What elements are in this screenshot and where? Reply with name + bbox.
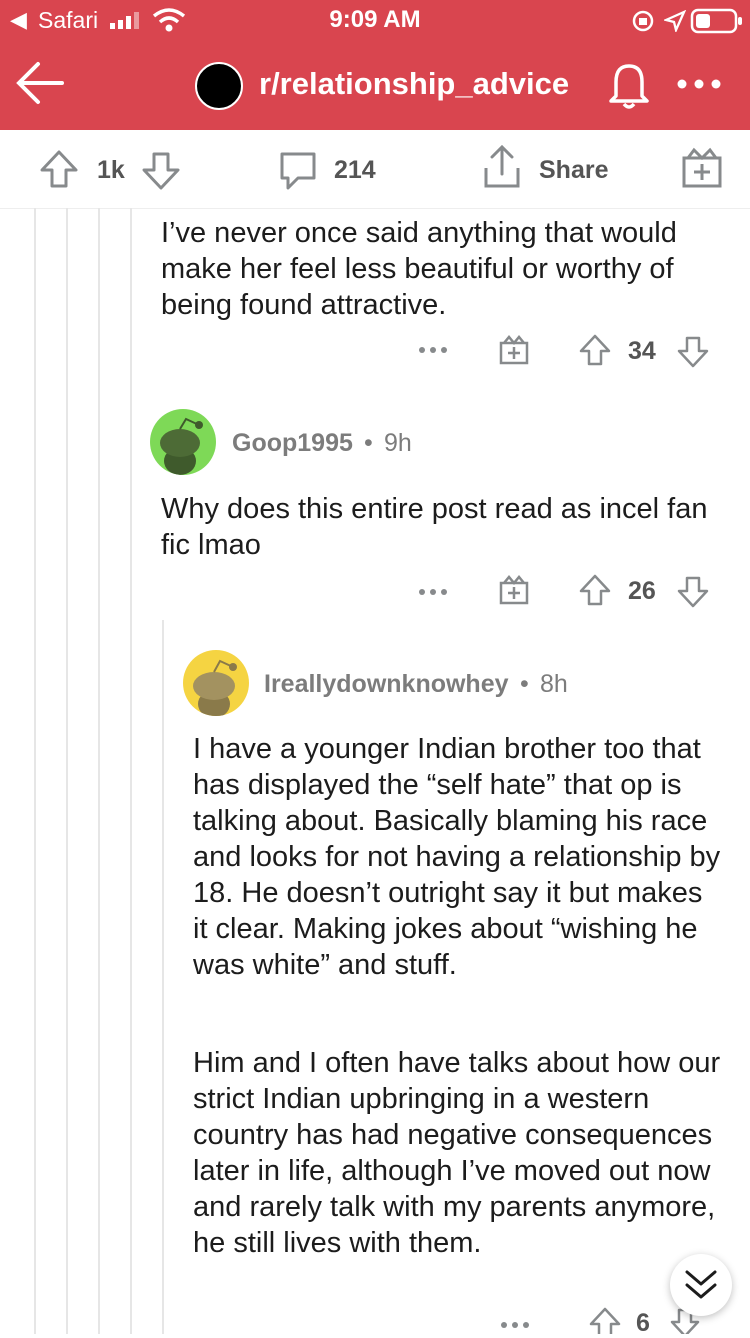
meta-separator: • <box>520 670 529 698</box>
award-icon[interactable] <box>498 574 530 606</box>
downvote-icon[interactable] <box>676 335 710 369</box>
share-button[interactable]: Share <box>539 156 608 185</box>
orientation-lock-icon <box>632 10 654 32</box>
bell-icon[interactable] <box>604 60 654 112</box>
thread-line[interactable] <box>66 208 68 1334</box>
thread-line[interactable] <box>34 208 36 1334</box>
comment-author[interactable]: Ireallydownknowhey <box>264 670 509 699</box>
collapse-icon <box>685 1270 717 1299</box>
post-comment-count: 214 <box>334 156 376 184</box>
share-icon[interactable] <box>480 144 524 190</box>
comment-icon[interactable] <box>276 148 320 192</box>
comment-body: I’ve never once said anything that would… <box>161 217 677 321</box>
subreddit-avatar[interactable] <box>195 62 243 110</box>
thread-line[interactable] <box>98 208 100 1334</box>
post-vote-count: 1k <box>97 156 125 184</box>
thread-line[interactable] <box>162 620 164 1334</box>
collapse-thread-button[interactable] <box>670 1254 732 1316</box>
comment-paragraph: Him and I often have talks about how our… <box>193 1047 721 1259</box>
upvote-icon[interactable] <box>588 1306 622 1334</box>
meta-separator: • <box>364 429 373 457</box>
snoo-avatar-icon <box>160 417 203 475</box>
more-icon[interactable] <box>418 345 448 355</box>
comment-paragraph: I have a younger Indian brother too that… <box>193 733 721 981</box>
comment-age: 8h <box>540 670 568 698</box>
post-action-bar: 1k 214 Share <box>0 130 750 209</box>
battery-icon <box>690 8 742 34</box>
downvote-icon[interactable] <box>676 575 710 609</box>
avatar[interactable] <box>183 650 249 716</box>
downvote-icon[interactable] <box>140 150 182 192</box>
back-arrow-icon[interactable] <box>14 58 66 108</box>
app-header: r/relationship_advice <box>0 40 750 130</box>
upvote-icon[interactable] <box>578 333 612 367</box>
more-icon[interactable] <box>500 1320 530 1330</box>
location-icon <box>664 10 686 32</box>
award-icon[interactable] <box>498 334 530 366</box>
avatar[interactable] <box>150 409 216 475</box>
upvote-icon[interactable] <box>38 148 80 190</box>
comment-age: 9h <box>384 429 412 457</box>
award-icon[interactable] <box>680 146 724 190</box>
more-icon[interactable] <box>418 587 448 597</box>
comment-author[interactable]: Goop1995 <box>232 429 353 458</box>
comment-body: Why does this entire post read as incel … <box>161 493 708 561</box>
status-bar: ◀ Safari 9:09 AM <box>0 0 750 40</box>
snoo-avatar-icon <box>193 659 237 716</box>
subreddit-title[interactable]: r/relationship_advice <box>259 66 569 102</box>
more-icon[interactable] <box>676 78 722 90</box>
comment-score: 26 <box>628 577 656 605</box>
comment-score: 34 <box>628 337 656 365</box>
thread-line[interactable] <box>130 208 132 1334</box>
upvote-icon[interactable] <box>578 573 612 607</box>
